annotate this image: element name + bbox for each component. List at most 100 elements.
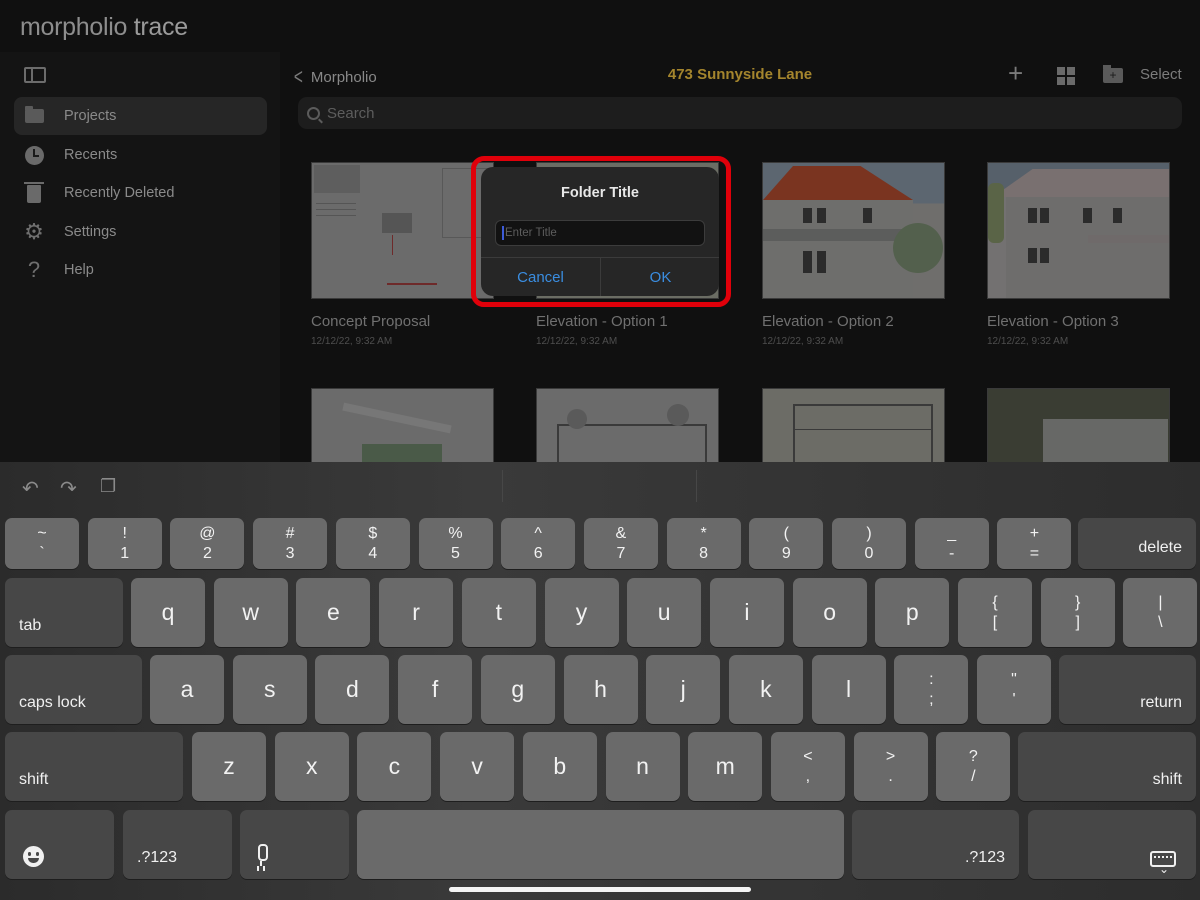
shift-key-left[interactable]: shift (5, 732, 183, 801)
key-l[interactable]: l (811, 655, 886, 724)
folder-title-input[interactable]: Enter Title (495, 220, 705, 246)
key-x[interactable]: x (274, 732, 349, 801)
key-label: f (431, 676, 439, 702)
search-input[interactable]: Search (298, 97, 1182, 129)
key-b[interactable]: b (522, 732, 597, 801)
key-s[interactable]: s (232, 655, 307, 724)
delete-key[interactable]: delete (1078, 518, 1196, 569)
project-title: Elevation - Option 2 (762, 313, 894, 330)
key-punct-0[interactable]: :; (894, 655, 969, 724)
dictation-key[interactable] (240, 810, 349, 879)
key-label: ] (1075, 613, 1080, 631)
select-button[interactable]: Select (1140, 66, 1182, 83)
sidebar-toggle-icon[interactable] (24, 67, 46, 83)
key-8[interactable]: & 7 (583, 518, 658, 569)
key-q[interactable]: q (131, 578, 205, 647)
numbers-key-left[interactable]: .?123 (123, 810, 232, 879)
key-k[interactable]: k (728, 655, 803, 724)
key-p[interactable]: p (875, 578, 950, 647)
sidebar-item-projects[interactable]: Projects (14, 97, 267, 135)
shift-key-right[interactable]: shift (1018, 732, 1196, 801)
key-6[interactable]: % 5 (418, 518, 493, 569)
key-m[interactable]: m (688, 732, 763, 801)
key-shift-label: & (615, 524, 627, 542)
key-bracket-2[interactable]: | \ (1123, 578, 1198, 647)
caps-lock-key[interactable]: caps lock (5, 655, 142, 724)
key-v[interactable]: v (440, 732, 515, 801)
key-4[interactable]: #3 (253, 518, 328, 569)
toolbar-divider (696, 470, 697, 502)
key-label: i (744, 599, 750, 625)
sidebar-item-help[interactable]: ? Help (14, 251, 267, 289)
key-label: ; (929, 690, 934, 708)
project-card[interactable]: Elevation - Option 2 12/12/22, 9:32 AM (762, 162, 945, 347)
key-label: 1 (120, 544, 130, 562)
key-w[interactable]: w (213, 578, 288, 647)
key-n[interactable]: n (605, 732, 680, 801)
key-y[interactable]: y (544, 578, 619, 647)
key-h[interactable]: h (563, 655, 638, 724)
home-indicator[interactable] (449, 887, 751, 892)
key-13[interactable]: + = (997, 518, 1072, 569)
grid-view-icon[interactable] (1057, 67, 1075, 85)
key-12[interactable]: _ - (914, 518, 989, 569)
ok-button[interactable]: OK (601, 258, 719, 296)
emoji-key[interactable] (5, 810, 114, 879)
project-card[interactable]: Elevation - Option 3 12/12/22, 9:32 AM (987, 162, 1170, 347)
key-g[interactable]: g (480, 655, 555, 724)
key-j[interactable]: j (646, 655, 721, 724)
key-1[interactable]: ~ ` (5, 518, 79, 569)
key-r[interactable]: r (379, 578, 454, 647)
key-punct-row4-1[interactable]: >. (853, 732, 928, 801)
key-10[interactable]: (9 (749, 518, 824, 569)
return-key[interactable]: return (1059, 655, 1196, 724)
sidebar-item-recents[interactable]: Recents (14, 136, 267, 174)
key-2[interactable]: ! 1 (87, 518, 162, 569)
undo-icon[interactable]: ↶ (22, 476, 39, 501)
question-icon: ? (27, 257, 41, 282)
key-punct-row4-0[interactable]: <, (770, 732, 845, 801)
key-punct-1[interactable]: " ' (977, 655, 1051, 724)
hide-keyboard-key[interactable] (1028, 810, 1196, 879)
key-5[interactable]: $4 (335, 518, 410, 569)
tab-key[interactable]: tab (5, 578, 123, 647)
key-f[interactable]: f (398, 655, 473, 724)
key-i[interactable]: i (709, 578, 784, 647)
key-label: e (326, 599, 340, 625)
key-punct-row4-2[interactable]: ? / (936, 732, 1011, 801)
key-t[interactable]: t (461, 578, 536, 647)
cancel-button[interactable]: Cancel (481, 258, 600, 296)
key-c[interactable]: c (357, 732, 432, 801)
key-3[interactable]: @2 (170, 518, 245, 569)
key-o[interactable]: o (792, 578, 867, 647)
key-d[interactable]: d (315, 655, 390, 724)
new-folder-icon[interactable]: + (1103, 65, 1123, 83)
key-label: return (1140, 694, 1182, 711)
project-title: Elevation - Option 1 (536, 313, 668, 330)
key-a[interactable]: a (150, 655, 224, 724)
sidebar-item-recently-deleted[interactable]: Recently Deleted (14, 174, 267, 212)
project-card[interactable]: Concept Proposal 12/12/22, 9:32 AM (311, 162, 494, 347)
sidebar-item-settings[interactable]: ⚙ Settings (14, 213, 267, 251)
key-bracket-1[interactable]: }] (1040, 578, 1115, 647)
key-label: 8 (699, 544, 709, 562)
key-e[interactable]: e (296, 578, 371, 647)
space-key[interactable] (357, 810, 844, 879)
keyboard-dismiss-icon (1150, 851, 1176, 876)
back-button[interactable]: < Morpholio (292, 64, 377, 90)
key-11[interactable]: ) 0 (832, 518, 906, 569)
numbers-key-right[interactable]: .?123 (852, 810, 1019, 879)
redo-icon[interactable]: ↷ (60, 476, 77, 501)
key-u[interactable]: u (627, 578, 702, 647)
key-bracket-0[interactable]: {[ (958, 578, 1032, 647)
project-title: Elevation - Option 3 (987, 313, 1119, 330)
key-label: \ (1158, 613, 1163, 631)
key-7[interactable]: ^ 6 (501, 518, 576, 569)
trash-icon (24, 182, 44, 203)
paste-icon[interactable]: ❐ (100, 476, 116, 497)
key-z[interactable]: z (192, 732, 266, 801)
key-9[interactable]: * 8 (666, 518, 741, 569)
add-icon[interactable]: + (1008, 60, 1023, 86)
key-label: v (471, 753, 483, 779)
key-shift-label: ( (783, 524, 789, 542)
